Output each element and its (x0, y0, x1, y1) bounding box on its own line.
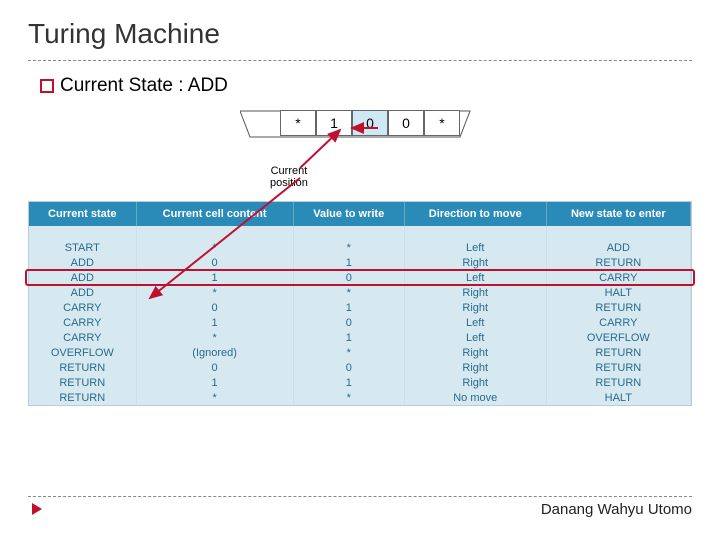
table-cell: CARRY (546, 270, 690, 285)
play-icon (32, 503, 44, 515)
table-cell: * (136, 330, 293, 345)
current-position-label: Currentposition (270, 165, 308, 189)
table-row: CARRY*1LeftOVERFLOW (29, 330, 691, 345)
table-row: OVERFLOW(Ignored)*RightRETURN (29, 345, 691, 360)
table-cell: RETURN (546, 345, 690, 360)
table-cell: 0 (293, 270, 404, 285)
table-cell: 1 (293, 330, 404, 345)
table-row: ADD**RightHALT (29, 285, 691, 300)
table-cell: 0 (293, 315, 404, 330)
table-header: Current state (29, 202, 136, 226)
table-cell: * (293, 345, 404, 360)
tape-cell: 0 (388, 110, 424, 136)
table-cell: CARRY (546, 315, 690, 330)
table-cell: CARRY (29, 300, 136, 315)
table-cell: HALT (546, 390, 690, 405)
tape-cell: 0 (352, 110, 388, 136)
current-state-text: Current State : ADD (60, 75, 228, 97)
current-state-line: Current State : ADD (0, 71, 720, 97)
table-cell: 0 (293, 360, 404, 375)
footer-text: Danang Wahyu Utomo (541, 501, 692, 518)
table-cell: 0 (136, 255, 293, 270)
table-cell: RETURN (29, 375, 136, 390)
table-cell: ADD (546, 240, 690, 255)
table-cell: ADD (29, 285, 136, 300)
table-row: ADD10LeftCARRY (29, 270, 691, 285)
table-row: CARRY01RightRETURN (29, 300, 691, 315)
table-cell: 1 (293, 255, 404, 270)
table-cell: 1 (136, 315, 293, 330)
table-cell: RETURN (29, 360, 136, 375)
table-row: RETURN**No moveHALT (29, 390, 691, 405)
table-row: START**LeftADD (29, 240, 691, 255)
table-cell: * (136, 285, 293, 300)
footer: Danang Wahyu Utomo (28, 496, 692, 518)
table-cell: OVERFLOW (546, 330, 690, 345)
table-cell: Right (404, 360, 546, 375)
table-cell: Left (404, 270, 546, 285)
table-header: Direction to move (404, 202, 546, 226)
bullet-box-icon (40, 79, 54, 93)
table-cell: No move (404, 390, 546, 405)
table-cell: Right (404, 255, 546, 270)
tape-cell: 1 (316, 110, 352, 136)
table-header: New state to enter (546, 202, 690, 226)
table-header: Current cell content (136, 202, 293, 226)
table-header: Value to write (293, 202, 404, 226)
table-cell: * (293, 390, 404, 405)
tape-cell: * (424, 110, 460, 136)
table-cell: Left (404, 315, 546, 330)
table-cell: 1 (293, 300, 404, 315)
table-cell: * (136, 390, 293, 405)
table-cell: * (136, 240, 293, 255)
table-cell: Left (404, 240, 546, 255)
table-cell: Right (404, 375, 546, 390)
table-cell: 0 (136, 360, 293, 375)
table-cell: START (29, 240, 136, 255)
table-row: ADD01RightRETURN (29, 255, 691, 270)
table-cell: CARRY (29, 315, 136, 330)
table-cell: 0 (136, 300, 293, 315)
table-cell: Right (404, 285, 546, 300)
title-divider (28, 60, 692, 61)
table-cell: Right (404, 345, 546, 360)
table-cell: Left (404, 330, 546, 345)
tape-diagram: *100* (150, 107, 570, 145)
table-row: RETURN00RightRETURN (29, 360, 691, 375)
table-row: RETURN11RightRETURN (29, 375, 691, 390)
table-cell: RETURN (546, 375, 690, 390)
table-cell: HALT (546, 285, 690, 300)
slide-title: Turing Machine (0, 0, 720, 56)
table-cell: RETURN (546, 255, 690, 270)
table-cell: ADD (29, 270, 136, 285)
table-cell: RETURN (546, 300, 690, 315)
table-cell: 1 (293, 375, 404, 390)
table-row: CARRY10LeftCARRY (29, 315, 691, 330)
table-cell: OVERFLOW (29, 345, 136, 360)
table-cell: (Ignored) (136, 345, 293, 360)
table-cell: ADD (29, 255, 136, 270)
table-cell: CARRY (29, 330, 136, 345)
table-cell: 1 (136, 375, 293, 390)
transition-table: Current stateCurrent cell contentValue t… (28, 201, 692, 406)
table-cell: * (293, 285, 404, 300)
table-cell: RETURN (546, 360, 690, 375)
table-cell: 1 (136, 270, 293, 285)
table-cell: RETURN (29, 390, 136, 405)
table-cell: * (293, 240, 404, 255)
tape-cell: * (280, 110, 316, 136)
table-cell: Right (404, 300, 546, 315)
